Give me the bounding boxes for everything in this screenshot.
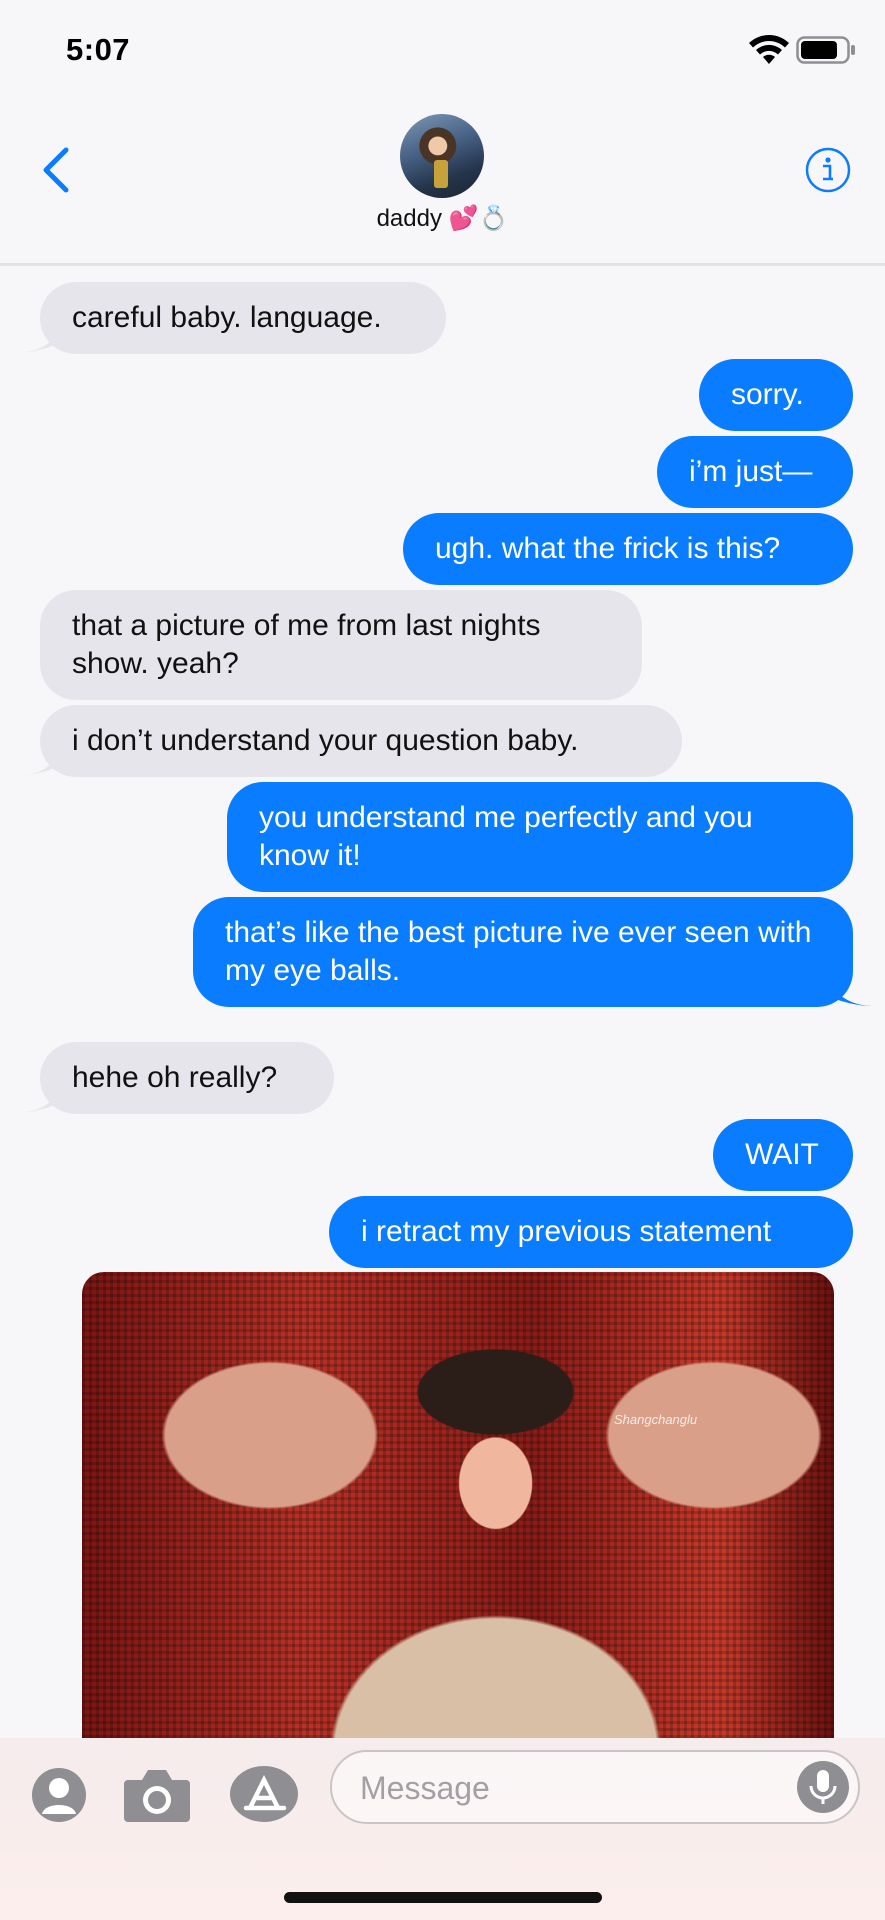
contact-name[interactable]: daddy 💕💍 <box>0 204 885 233</box>
back-chevron-icon[interactable] <box>36 144 76 196</box>
outgoing-message[interactable]: that’s like the best picture ive ever se… <box>193 897 853 1007</box>
contacts-icon[interactable] <box>30 1766 88 1824</box>
microphone-icon[interactable] <box>796 1760 850 1814</box>
composer-bar <box>0 1738 885 1920</box>
incoming-message[interactable]: i don’t understand your question baby. <box>40 705 682 777</box>
bubble-tail <box>22 332 56 352</box>
bubble-tail <box>22 755 56 775</box>
message-field[interactable] <box>330 1750 860 1824</box>
message-input[interactable] <box>360 1766 760 1810</box>
photo-attachment[interactable]: Shangchanglu <box>82 1272 834 1738</box>
status-bar: 5:07 <box>0 0 885 100</box>
camera-icon[interactable] <box>122 1766 192 1824</box>
incoming-message[interactable]: hehe oh really? <box>40 1042 334 1114</box>
message-thread[interactable]: careful baby. language. sorry. i’m just—… <box>0 266 885 1738</box>
info-icon[interactable] <box>804 146 852 194</box>
conversation-header: daddy 💕💍 <box>0 100 885 266</box>
app-store-icon[interactable] <box>228 1764 300 1824</box>
photo-watermark: Shangchanglu <box>614 1412 698 1427</box>
contact-avatar[interactable] <box>400 114 484 198</box>
wifi-icon <box>749 35 789 64</box>
bubble-tail <box>833 986 873 1006</box>
incoming-message[interactable]: that a picture of me from last nights sh… <box>40 590 642 700</box>
outgoing-message[interactable]: sorry. <box>699 359 853 431</box>
outgoing-message[interactable]: i’m just— <box>657 436 853 508</box>
outgoing-message[interactable]: WAIT <box>713 1119 853 1191</box>
outgoing-message[interactable]: you understand me perfectly and you know… <box>227 782 853 892</box>
outgoing-message[interactable]: ugh. what the frick is this? <box>403 513 853 585</box>
home-indicator <box>284 1892 602 1903</box>
battery-icon <box>796 36 855 64</box>
status-time: 5:07 <box>66 32 131 67</box>
incoming-message[interactable]: careful baby. language. <box>40 282 446 354</box>
bubble-tail <box>22 1092 56 1112</box>
outgoing-message[interactable]: i retract my previous statement <box>329 1196 853 1268</box>
